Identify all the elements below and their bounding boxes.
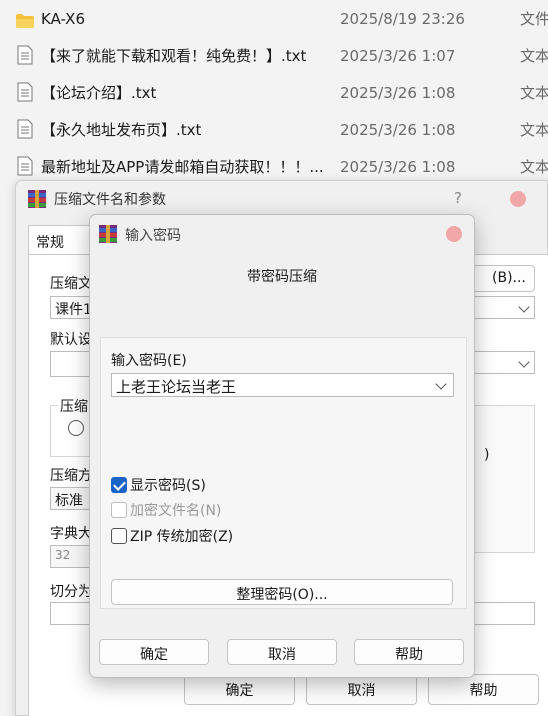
close-icon[interactable] — [446, 226, 462, 242]
chevron-down-icon — [518, 356, 530, 368]
password-value: 上老王论坛当老王 — [116, 378, 237, 396]
file-type: 文本 — [520, 121, 548, 139]
dict-size-label: 字典大 — [50, 526, 92, 542]
archive-name-label: 压缩文 — [50, 276, 92, 292]
default-profile-label: 默认设 — [50, 332, 92, 348]
file-date: 2025/3/26 1:08 — [340, 83, 456, 102]
encrypt-filenames-label: 加密文件名(N) — [130, 503, 222, 519]
compress-method-label: 压缩方 — [50, 468, 92, 484]
file-date: 2025/3/26 1:07 — [340, 46, 456, 65]
password-input[interactable]: 上老王论坛当老王 — [111, 373, 454, 397]
file-row-txt[interactable]: 【论坛介绍】.txt 2025/3/26 1:08 文本 — [0, 74, 548, 111]
password-dialog: 输入密码 带密码压缩 输入密码(E) 上老王论坛当老王 显示密码(S) 加密文件… — [89, 214, 475, 678]
file-row-txt[interactable]: 【来了就能下载和观看！纯免费！】.txt 2025/3/26 1:07 文本 — [0, 37, 548, 74]
chevron-down-icon — [518, 301, 530, 313]
file-type: 文本 — [520, 84, 548, 102]
help-button[interactable]: 帮助 — [354, 639, 464, 665]
enter-password-label: 输入密码(E) — [111, 353, 187, 369]
ok-button[interactable]: 确定 — [184, 674, 295, 705]
show-password-checkbox[interactable]: 显示密码(S) — [111, 475, 206, 495]
file-type: 文本 — [520, 158, 548, 176]
winrar-icon — [99, 225, 117, 243]
file-name: 【论坛介绍】.txt — [41, 84, 157, 102]
file-row-txt[interactable]: 【永久地址发布页】.txt 2025/3/26 1:08 文本 — [0, 111, 548, 148]
file-date: 2025/8/19 23:26 — [340, 9, 465, 28]
help-icon[interactable]: ? — [454, 189, 462, 207]
text-file-icon — [17, 156, 33, 176]
help-button[interactable]: 帮助 — [428, 674, 539, 705]
file-date: 2025/3/26 1:08 — [340, 120, 456, 139]
file-type: 文件 — [520, 10, 548, 28]
checkbox-checked-icon[interactable] — [111, 477, 127, 493]
split-label: 切分为 — [50, 584, 92, 600]
file-name: 【来了就能下载和观看！纯免费！】.txt — [41, 47, 307, 65]
file-date: 2025/3/26 1:08 — [340, 157, 456, 176]
text-file-icon — [17, 119, 33, 139]
show-password-label: 显示密码(S) — [130, 478, 206, 494]
file-name: 最新地址及APP请发邮箱自动获取！！！... — [41, 158, 324, 176]
organize-passwords-button[interactable]: 整理密码(O)... — [111, 579, 453, 605]
checkbox-icon[interactable] — [111, 528, 127, 544]
encrypt-filenames-checkbox: 加密文件名(N) — [111, 500, 221, 520]
cancel-button[interactable]: 取消 — [227, 639, 337, 665]
compress-group-label: 压缩 — [58, 396, 90, 416]
cancel-button[interactable]: 取消 — [306, 674, 417, 705]
password-dialog-title: 输入密码 — [125, 228, 181, 244]
password-dialog-subtitle: 带密码压缩 — [247, 269, 317, 285]
text-file-icon — [17, 82, 33, 102]
zip-legacy-checkbox[interactable]: ZIP 传统加密(Z) — [111, 526, 233, 546]
chevron-down-icon[interactable] — [435, 378, 447, 390]
checkbox-icon — [111, 502, 127, 518]
dialog-title: 压缩文件名和参数 — [54, 192, 166, 208]
tab-general[interactable]: 常规 — [28, 225, 98, 255]
winrar-icon — [28, 190, 46, 208]
radio-button[interactable] — [68, 420, 84, 436]
file-name: KA-X6 — [41, 9, 85, 28]
text-file-icon — [17, 45, 33, 65]
zip-legacy-label: ZIP 传统加密(Z) — [130, 529, 234, 545]
folder-icon — [16, 14, 34, 28]
ok-button[interactable]: 确定 — [99, 639, 209, 665]
dialog-titlebar[interactable]: 压缩文件名和参数 ? — [16, 181, 547, 215]
file-name: 【永久地址发布页】.txt — [41, 121, 202, 139]
file-type: 文本 — [520, 47, 548, 65]
close-icon[interactable] — [510, 191, 526, 207]
file-row-folder[interactable]: KA-X6 2025/8/19 23:26 文件 — [0, 0, 548, 37]
options-paren: ) — [484, 447, 490, 463]
